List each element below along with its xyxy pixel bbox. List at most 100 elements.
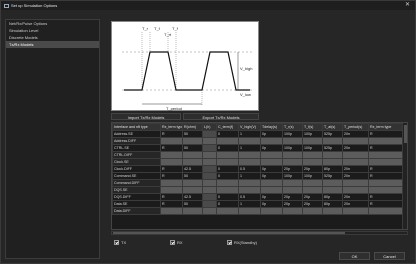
table-cell[interactable]: 50 — [182, 144, 203, 152]
column-header[interactable]: C_term(f) — [216, 123, 239, 131]
column-header[interactable]: Rx_term type — [368, 123, 404, 131]
table-cell[interactable]: R — [368, 130, 404, 138]
table-cell[interactable] — [282, 186, 303, 194]
sidebar-item[interactable]: Tx/Rx Models — [6, 41, 99, 48]
table-cell[interactable] — [182, 137, 203, 145]
table-row[interactable]: Command.DIFF — [112, 179, 404, 187]
table-cell[interactable] — [322, 151, 343, 159]
table-cell[interactable] — [342, 137, 369, 145]
table-cell[interactable]: 50 — [182, 200, 203, 208]
table-row[interactable]: DQS.SE — [112, 186, 404, 194]
table-cell[interactable] — [202, 207, 217, 215]
table-cell[interactable] — [238, 158, 261, 166]
table-cell[interactable]: 80p — [322, 193, 343, 201]
table-cell[interactable] — [216, 137, 239, 145]
table-row[interactable]: DQS.DIFF R 42.5 0 0.5 0p 20p 20p 80p 20n R — [112, 193, 404, 201]
table-cell[interactable]: 42.5 — [182, 193, 203, 201]
sidebar-item[interactable]: Net/Rx/Pulse Options — [6, 20, 99, 27]
vertical-scroll-thumb[interactable] — [404, 125, 407, 143]
table-cell[interactable]: 1 — [238, 172, 261, 180]
column-header[interactable]: Tdelay(s) — [260, 123, 283, 131]
table-cell[interactable]: 20n — [342, 172, 369, 180]
column-header[interactable]: T_r(s) — [282, 123, 303, 131]
table-cell[interactable] — [322, 186, 343, 194]
table-cell[interactable]: 0p — [260, 144, 283, 152]
table-cell[interactable] — [160, 158, 183, 166]
import-models-button[interactable]: Import Tx/Rx Models — [111, 113, 181, 120]
table-cell[interactable] — [260, 158, 283, 166]
table-cell[interactable]: 525p — [322, 130, 343, 138]
table-cell[interactable]: 20p — [302, 193, 323, 201]
table-cell[interactable]: 1 — [238, 130, 261, 138]
column-header[interactable]: Rx_term type — [160, 123, 183, 131]
column-header[interactable]: T_at(s) — [322, 123, 343, 131]
table-cell[interactable] — [302, 179, 323, 187]
table-row[interactable]: Data.SE R 50 0 1 0p 20p 20p 80p 20n R — [112, 200, 404, 208]
table-cell[interactable] — [160, 137, 183, 145]
table-cell[interactable] — [160, 186, 183, 194]
table-cell[interactable] — [202, 200, 217, 208]
table-cell[interactable] — [342, 186, 369, 194]
table-cell[interactable]: 20n — [342, 193, 369, 201]
table-cell[interactable] — [160, 151, 183, 159]
table-cell[interactable]: 50 — [182, 172, 203, 180]
column-header[interactable]: V_high(V) — [238, 123, 261, 131]
table-cell[interactable] — [202, 130, 217, 138]
table-cell[interactable]: 42.5 — [182, 165, 203, 173]
table-cell[interactable] — [342, 179, 369, 187]
table-cell[interactable] — [368, 137, 404, 145]
export-models-button[interactable]: Export Tx/Rx Models — [183, 113, 259, 120]
table-cell[interactable]: R — [368, 144, 404, 152]
table-cell[interactable] — [322, 137, 343, 145]
table-cell[interactable]: R — [368, 165, 404, 173]
table-cell[interactable]: 20n — [342, 200, 369, 208]
table-cell[interactable] — [202, 179, 217, 187]
table-cell[interactable]: 20n — [342, 165, 369, 173]
sidebar-item[interactable]: Simulation Level — [6, 27, 99, 34]
rx-standby-checkbox[interactable]: RX(Standby) — [227, 240, 257, 245]
table-row[interactable]: Address.SE R 50 0 1 0p 100p 100p 525p 20n R — [112, 130, 404, 138]
table-row[interactable]: CTRL.DIFF — [112, 151, 404, 159]
table-row[interactable]: Address.DIFF — [112, 137, 404, 145]
table-cell[interactable] — [302, 186, 323, 194]
table-cell[interactable] — [282, 137, 303, 145]
table-cell[interactable]: 20p — [282, 165, 303, 173]
table-cell[interactable] — [260, 207, 283, 215]
column-header[interactable]: Interface and nft type — [112, 123, 161, 131]
table-row[interactable]: Data.DIFF — [112, 207, 404, 215]
table-cell[interactable] — [282, 179, 303, 187]
sidebar-item[interactable]: Discrete Models — [6, 34, 99, 41]
table-cell[interactable]: 100p — [302, 130, 323, 138]
table-cell[interactable] — [260, 137, 283, 145]
rx-checkbox[interactable]: RX — [170, 240, 183, 245]
table-cell[interactable] — [202, 186, 217, 194]
table-cell[interactable] — [322, 179, 343, 187]
table-cell[interactable] — [202, 193, 217, 201]
table-cell[interactable]: 0p — [260, 200, 283, 208]
table-cell[interactable] — [202, 158, 217, 166]
horizontal-scrollbar[interactable] — [111, 231, 408, 235]
table-cell[interactable] — [216, 186, 239, 194]
table-cell[interactable] — [160, 179, 183, 187]
table-cell[interactable]: 0p — [260, 172, 283, 180]
title-bar[interactable]: Set up Simulation Options ✕ — [1, 1, 415, 10]
table-cell[interactable] — [202, 151, 217, 159]
table-cell[interactable]: 0 — [216, 130, 239, 138]
table-cell[interactable] — [238, 186, 261, 194]
table-cell[interactable] — [260, 179, 283, 187]
table-cell[interactable] — [302, 158, 323, 166]
table-row[interactable]: CTRL.SE R 50 0 1 0p 100p 100p 525p 20n R — [112, 144, 404, 152]
table-cell[interactable] — [322, 158, 343, 166]
table-cell[interactable]: 20n — [342, 144, 369, 152]
table-cell[interactable] — [342, 158, 369, 166]
close-icon[interactable]: ✕ — [405, 2, 410, 8]
table-cell[interactable]: R — [368, 193, 404, 201]
table-cell[interactable]: 0.5 — [238, 193, 261, 201]
table-cell[interactable] — [202, 137, 217, 145]
table-cell[interactable] — [182, 179, 203, 187]
ok-button[interactable]: OK — [339, 252, 370, 260]
vertical-scrollbar[interactable] — [402, 123, 407, 229]
table-cell[interactable] — [238, 137, 261, 145]
table-cell[interactable] — [368, 207, 404, 215]
table-cell[interactable]: 80p — [322, 165, 343, 173]
